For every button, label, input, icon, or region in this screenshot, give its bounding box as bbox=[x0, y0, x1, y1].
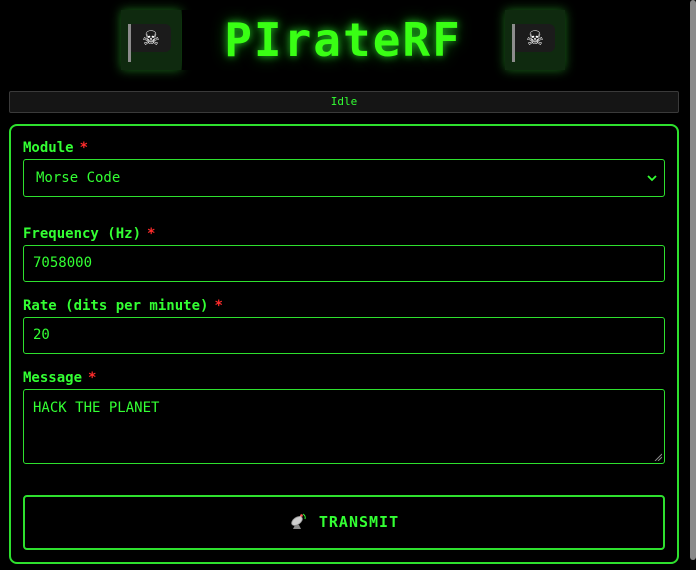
transmit-form: Module * Morse Code Frequency (Hz) * 70580… bbox=[9, 124, 679, 564]
rate-input[interactable]: 20 bbox=[23, 317, 665, 354]
message-textarea[interactable]: HACK THE PLANET bbox=[23, 389, 665, 464]
app-header: ☠ PIrateRF ☠ bbox=[0, 0, 690, 84]
status-bar: Idle bbox=[9, 91, 679, 113]
transmit-label: TRANSMIT bbox=[318, 513, 400, 531]
resize-grip-icon[interactable] bbox=[654, 453, 662, 461]
pirate-flag-left: ☠ bbox=[121, 10, 181, 70]
required-marker: * bbox=[79, 140, 89, 156]
module-select-value: Morse Code bbox=[36, 170, 121, 186]
message-label: Message * bbox=[23, 370, 97, 386]
satellite-antenna-icon bbox=[291, 513, 306, 529]
rate-value: 20 bbox=[33, 327, 50, 343]
scrollbar-thumb[interactable] bbox=[690, 0, 696, 560]
required-marker: * bbox=[88, 370, 97, 386]
pirate-flag-icon: ☠ bbox=[128, 24, 172, 62]
app-title: PIrateRF bbox=[182, 10, 504, 70]
required-marker: * bbox=[147, 226, 156, 242]
chevron-down-icon bbox=[647, 175, 657, 182]
transmit-button[interactable]: TRANSMIT bbox=[23, 495, 665, 550]
pirate-flag-right: ☠ bbox=[505, 10, 565, 70]
frequency-input[interactable]: 7058000 bbox=[23, 245, 665, 282]
pirate-flag-icon: ☠ bbox=[512, 24, 556, 62]
module-label: Module * bbox=[23, 140, 89, 156]
required-marker: * bbox=[214, 298, 223, 314]
frequency-value: 7058000 bbox=[33, 255, 93, 271]
rate-label: Rate (dits per minute) * bbox=[23, 298, 223, 314]
message-value: HACK THE PLANET bbox=[33, 400, 160, 416]
frequency-label: Frequency (Hz) * bbox=[23, 226, 156, 242]
module-select[interactable]: Morse Code bbox=[23, 159, 665, 197]
